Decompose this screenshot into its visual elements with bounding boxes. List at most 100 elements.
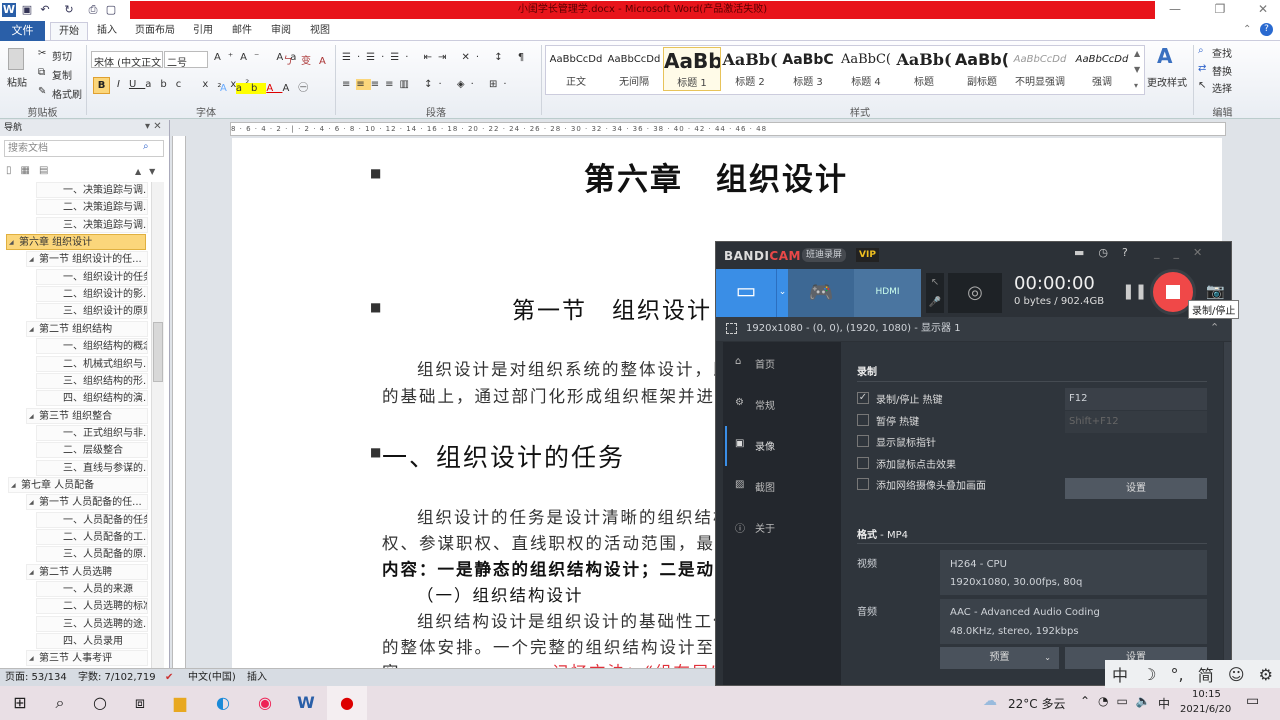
language[interactable]: 中文(中国): [188, 669, 236, 687]
font-color-buttons[interactable]: AabAA㊀: [220, 79, 317, 94]
horizontal-ruler[interactable]: 8 · 6 · 4 · 2 · | · 2 · 4 · 6 · 8 · 10 ·…: [230, 122, 1226, 136]
expand-arrow-icon[interactable]: ◢: [29, 252, 34, 266]
paste-icon[interactable]: [8, 48, 24, 70]
cortana-icon[interactable]: ○: [80, 686, 120, 720]
nav-item[interactable]: 二、组织设计的影...: [36, 286, 148, 303]
bandicam-taskbar-icon[interactable]: ●: [327, 686, 367, 720]
nav-item[interactable]: 一、组织设计的任务: [36, 268, 148, 285]
tab-file[interactable]: 文件: [0, 21, 45, 41]
screen-mode-tab[interactable]: ▭: [716, 269, 776, 317]
ime-button[interactable]: ☽: [1142, 665, 1156, 684]
style-heading-3[interactable]: AaBbC 标题 3: [779, 47, 837, 91]
nav-item[interactable]: 三、组织结构的形...: [36, 372, 148, 389]
nav-item[interactable]: 四、人员录用: [36, 633, 148, 650]
font-size-select[interactable]: 二号: [164, 51, 208, 69]
nav-scroll-thumb[interactable]: [153, 322, 163, 382]
tab-home[interactable]: 开始: [50, 22, 88, 40]
replace-icon[interactable]: ⇄: [1198, 63, 1206, 74]
nav-search-input[interactable]: 搜索文档: [4, 140, 164, 157]
menu-video[interactable]: 录像: [755, 438, 775, 453]
clock-time[interactable]: 10:15: [1192, 689, 1221, 700]
style-normal[interactable]: AaBbCcDd 正文: [547, 47, 605, 91]
collapse-ribbon-icon[interactable]: ⌃: [1243, 24, 1251, 35]
nav-prev-next-icons[interactable]: ▲▼: [135, 167, 163, 176]
ime-button[interactable]: °,: [1171, 665, 1184, 684]
styles-scroll[interactable]: ▲ ▼ ▾: [1134, 46, 1140, 94]
expand-arrow-icon[interactable]: ◢: [29, 409, 34, 423]
nav-item[interactable]: ◢ 第二节 组织结构: [26, 320, 148, 337]
search-icon[interactable]: ⌕: [143, 141, 149, 152]
game-mode-tab[interactable]: 🎮: [788, 269, 854, 317]
checkbox[interactable]: [857, 413, 869, 426]
help-icon[interactable]: ?: [1260, 23, 1273, 36]
style-subtle-emphasis[interactable]: AaBbCcDd 不明显强调: [1011, 47, 1069, 91]
hotkey-pause-field[interactable]: Shift+F12: [1065, 411, 1207, 433]
nav-item[interactable]: 三、决策追踪与调...: [36, 216, 148, 233]
align-buttons[interactable]: ≡≡≡≡▥ ↕· ◈· ⊞·: [342, 79, 513, 90]
screenshot-camera-icon[interactable]: 📷: [1206, 282, 1225, 300]
menu-home[interactable]: 首页: [755, 356, 775, 371]
tab-references[interactable]: 引用: [185, 22, 221, 40]
style-title[interactable]: AaBb(标题: [895, 47, 953, 91]
search-icon[interactable]: ⌕: [40, 686, 80, 720]
cut-button[interactable]: 剪切: [52, 48, 72, 63]
checkbox-label[interactable]: 添加鼠标点击效果: [876, 456, 956, 471]
ime-indicator[interactable]: 中: [1158, 695, 1170, 712]
nav-item[interactable]: ◢ 第一节 组织设计的任...: [26, 251, 148, 268]
checkbox-label[interactable]: 录制/停止 热键: [876, 391, 943, 406]
hotkey-record-field[interactable]: F12: [1065, 388, 1207, 410]
nav-item[interactable]: 三、直线与参谋的...: [36, 459, 148, 476]
clock-date[interactable]: 2021/6/20: [1180, 704, 1231, 715]
webcam-icon[interactable]: ◎: [948, 273, 1002, 313]
bandicam-window-controls[interactable]: __✕: [1154, 246, 1216, 259]
cursor-mic-icons[interactable]: ↖ 🎤: [926, 273, 944, 313]
nav-item[interactable]: 三、人员选聘的途...: [36, 615, 148, 632]
weather-text[interactable]: 22°C 多云: [1008, 695, 1065, 712]
ime-button[interactable]: ⚙: [1259, 665, 1273, 684]
video-format-box[interactable]: H264 - CPU 1920x1080, 30.00fps, 80q: [940, 550, 1207, 595]
nav-scrollbar[interactable]: [151, 182, 164, 668]
task-view-icon[interactable]: ⧈: [120, 686, 160, 720]
checkbox-label[interactable]: 添加网络摄像头叠加画面: [876, 477, 986, 492]
nav-item[interactable]: ◢ 第三节 组织整合: [26, 407, 148, 424]
nav-item[interactable]: ◢ 第三节 人事考评: [26, 650, 148, 667]
nav-item[interactable]: 一、决策追踪与调...: [36, 182, 148, 198]
nav-item[interactable]: 二、层级整合: [36, 442, 148, 459]
hdmi-mode-tab[interactable]: HDMI: [854, 269, 921, 317]
style-heading-4[interactable]: AaBbC(标题 4: [837, 47, 895, 91]
word-taskbar-icon[interactable]: W: [286, 686, 326, 720]
tab-review[interactable]: 审阅: [263, 22, 299, 40]
menu-general[interactable]: 常规: [755, 397, 775, 412]
nav-item[interactable]: 二、人员配备的工...: [36, 529, 148, 545]
bold-button[interactable]: B: [93, 77, 110, 94]
replace-button[interactable]: 替换: [1212, 63, 1232, 78]
style-heading-2[interactable]: AaBb(标题 2: [721, 47, 779, 91]
audio-format-box[interactable]: AAC - Advanced Audio Coding 48.0KHz, ste…: [940, 599, 1207, 644]
nav-item[interactable]: ◢ 第一节 人员配备的任...: [26, 494, 148, 511]
menu-screenshot[interactable]: 截图: [755, 479, 775, 494]
maximize-button[interactable]: ❐: [1205, 2, 1235, 18]
notification-icon[interactable]: ▭: [1246, 693, 1259, 709]
pause-button[interactable]: ❚❚: [1122, 282, 1147, 300]
find-icon[interactable]: ⌕: [1198, 45, 1204, 56]
expand-arrow-icon[interactable]: ◢: [29, 565, 34, 579]
nav-item[interactable]: 一、正式组织与非...: [36, 424, 148, 441]
ime-button[interactable]: 中: [1112, 662, 1128, 686]
tab-page-layout[interactable]: 页面布局: [127, 22, 183, 40]
insert-mode[interactable]: 插入: [247, 669, 267, 687]
nav-item[interactable]: 一、人员配备的任务: [36, 511, 148, 528]
word-count[interactable]: 字数: 7/102,719: [78, 669, 156, 687]
tab-view[interactable]: 视图: [302, 22, 338, 40]
file-explorer-icon[interactable]: ▆: [160, 686, 200, 720]
tab-mailings[interactable]: 邮件: [224, 22, 260, 40]
close-button[interactable]: ✕: [1248, 2, 1278, 18]
nav-item[interactable]: 三、人员配备的原...: [36, 546, 148, 563]
save-icon[interactable]: ▣: [20, 3, 34, 17]
edge-icon[interactable]: ◐: [203, 686, 243, 720]
print-preview-icon[interactable]: ⎙: [86, 3, 100, 17]
preset-dropdown[interactable]: 预置 ⌄: [940, 647, 1059, 669]
cut-icon[interactable]: ✂: [38, 48, 46, 59]
browser-icon[interactable]: ◉: [245, 686, 285, 720]
expand-arrow-icon[interactable]: ◢: [29, 322, 34, 336]
find-button[interactable]: 查找: [1212, 45, 1232, 60]
